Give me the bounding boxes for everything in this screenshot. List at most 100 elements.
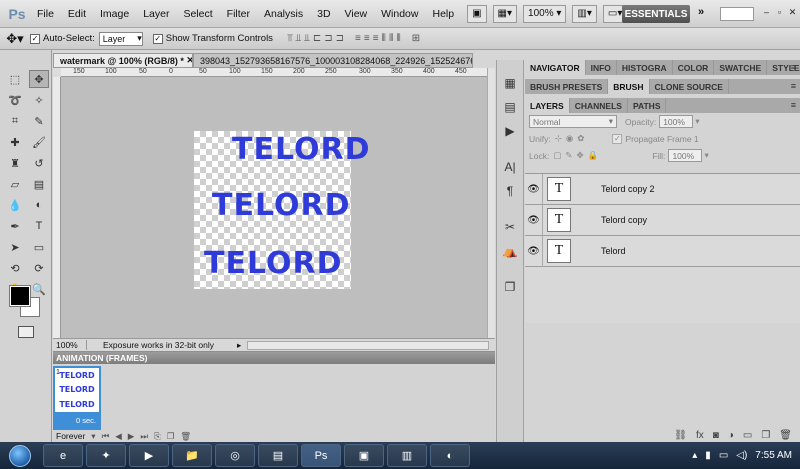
- layer-mask-icon[interactable]: ◙: [713, 430, 719, 441]
- eye-icon[interactable]: 👁: [525, 173, 543, 205]
- distribute-hcenter-icon[interactable]: ⦀: [389, 33, 393, 44]
- layer-comps-icon[interactable]: ❐: [500, 278, 520, 296]
- start-button[interactable]: [0, 442, 40, 469]
- minimize-icon[interactable]: –: [760, 6, 773, 18]
- menu-select[interactable]: Select: [176, 8, 219, 20]
- healing-brush-tool-icon[interactable]: ✚: [5, 133, 25, 151]
- taskbar-app-icon[interactable]: ✦: [86, 444, 126, 467]
- navigator-icon[interactable]: ▦: [500, 74, 520, 92]
- pen-tool-icon[interactable]: ✒: [5, 217, 25, 235]
- tab-color[interactable]: COLOR: [673, 60, 715, 75]
- eyedropper-tool-icon[interactable]: ✎: [29, 112, 49, 130]
- menu-view[interactable]: View: [338, 8, 375, 20]
- fill-input[interactable]: 100%: [668, 149, 703, 162]
- marquee-tool-icon[interactable]: ⬚: [5, 70, 25, 88]
- distribute-bottom-icon[interactable]: ≡: [373, 33, 379, 44]
- menu-filter[interactable]: Filter: [220, 8, 257, 20]
- new-group-icon[interactable]: ▭: [743, 430, 752, 441]
- chevron-down-icon[interactable]: ▾: [704, 150, 708, 161]
- tab-paths[interactable]: PATHS: [628, 98, 667, 113]
- zoom-tool-icon[interactable]: 🔍: [29, 280, 49, 298]
- auto-select-checkbox[interactable]: ✓: [30, 33, 40, 44]
- next-frame-icon[interactable]: ⏭: [140, 431, 148, 442]
- type-tool-icon[interactable]: T: [29, 217, 49, 235]
- taskbar-pdf-icon[interactable]: ▥: [387, 444, 427, 467]
- arrange-documents-button[interactable]: ▥▾: [572, 4, 597, 23]
- tray-network-icon[interactable]: ▮: [705, 450, 711, 461]
- eye-icon[interactable]: 👁: [525, 204, 543, 236]
- loop-select[interactable]: Forever: [56, 431, 85, 441]
- zoom-select[interactable]: 100% ▾: [523, 4, 567, 23]
- character-icon[interactable]: A|: [500, 158, 520, 176]
- tab-info[interactable]: INFO: [586, 60, 617, 75]
- gradient-tool-icon[interactable]: ▤: [29, 175, 49, 193]
- status-zoom[interactable]: 100%: [53, 340, 87, 350]
- new-layer-icon[interactable]: ❐: [761, 430, 770, 441]
- align-bottom-icon[interactable]: ⫫: [304, 33, 310, 44]
- unify-position-icon[interactable]: ⊹: [555, 133, 562, 144]
- unify-visibility-icon[interactable]: ◉: [566, 133, 573, 144]
- history-brush-tool-icon[interactable]: ↺: [29, 154, 49, 172]
- lasso-tool-icon[interactable]: ➰: [5, 91, 25, 109]
- duplicate-frame-icon[interactable]: ❐: [167, 431, 175, 442]
- adjustment-layer-icon[interactable]: ◑: [728, 430, 734, 441]
- taskbar-notes-icon[interactable]: ▤: [258, 444, 298, 467]
- cs-live-search[interactable]: [720, 7, 754, 21]
- tab-histogram[interactable]: HISTOGRA: [617, 60, 673, 75]
- menu-edit[interactable]: Edit: [61, 8, 93, 20]
- blur-tool-icon[interactable]: 💧: [5, 196, 25, 214]
- layer-name[interactable]: Telord: [601, 246, 626, 256]
- document-vertical-scrollbar[interactable]: [487, 68, 495, 338]
- layer-name[interactable]: Telord copy 2: [601, 184, 655, 194]
- first-frame-icon[interactable]: ⏮: [102, 431, 110, 442]
- tray-battery-icon[interactable]: ▭: [719, 450, 728, 461]
- paragraph-icon[interactable]: ¶: [500, 182, 520, 200]
- brush-tool-icon[interactable]: 🖌: [29, 133, 49, 151]
- close-icon[interactable]: ✕: [786, 6, 799, 18]
- align-top-icon[interactable]: ⫪: [287, 33, 293, 44]
- lock-transparent-icon[interactable]: ▢: [553, 150, 561, 161]
- align-left-icon[interactable]: ⊏: [313, 33, 321, 44]
- tray-expand-icon[interactable]: ▴: [692, 450, 697, 461]
- document-image[interactable]: TELORD TELORD TELORD: [194, 131, 370, 289]
- foreground-color-swatch[interactable]: [9, 285, 31, 307]
- auto-align-icon[interactable]: ⊞: [412, 33, 420, 44]
- tab-channels[interactable]: CHANNELS: [570, 98, 628, 113]
- lock-position-icon[interactable]: ✥: [576, 150, 583, 161]
- animation-frame-1[interactable]: TELORD TELORD TELORD 1 0 sec.: [53, 366, 101, 430]
- taskbar-media-icon[interactable]: ▶: [129, 444, 169, 467]
- workspace-essentials-button[interactable]: ESSENTIALS: [622, 5, 690, 23]
- actions-icon[interactable]: ▶: [500, 122, 520, 140]
- clock[interactable]: 7:55 AM: [755, 450, 792, 461]
- delete-layer-icon[interactable]: 🗑: [779, 430, 792, 441]
- taskbar-ie-icon[interactable]: e: [43, 444, 83, 467]
- opacity-input[interactable]: 100%: [659, 115, 694, 128]
- distribute-top-icon[interactable]: ≡: [355, 33, 361, 44]
- align-vcenter-icon[interactable]: ⫫: [296, 33, 302, 44]
- vertical-ruler[interactable]: [53, 77, 61, 338]
- tab-navigator[interactable]: NAVIGATOR: [525, 60, 586, 75]
- eye-icon[interactable]: 👁: [525, 235, 543, 267]
- path-select-tool-icon[interactable]: ➤: [5, 238, 25, 256]
- layer-style-icon[interactable]: fx: [696, 430, 704, 441]
- show-transform-checkbox[interactable]: ✓: [152, 33, 163, 44]
- panel-menu-icon[interactable]: ≡: [791, 81, 796, 91]
- menu-help[interactable]: Help: [425, 8, 461, 20]
- align-right-icon[interactable]: ⊐: [336, 33, 344, 44]
- delete-frame-icon[interactable]: 🗑: [180, 431, 191, 442]
- move-tool-preset-icon[interactable]: ✥▾: [0, 31, 30, 47]
- propagate-frame-checkbox[interactable]: ✓: [612, 133, 623, 144]
- blend-mode-select[interactable]: Normal ▾: [529, 115, 617, 128]
- minibridge-button[interactable]: ▦▾: [492, 4, 518, 23]
- link-layers-icon[interactable]: ⛓: [674, 430, 687, 441]
- clone-stamp-tool-icon[interactable]: ♜: [5, 154, 25, 172]
- horizontal-ruler[interactable]: 150 100 50 0 50 100 150 200 250 300 350 …: [61, 68, 487, 77]
- status-menu-icon[interactable]: ▸: [237, 340, 241, 351]
- tab-brush[interactable]: BRUSH: [608, 79, 650, 94]
- tray-volume-icon[interactable]: ◁): [736, 450, 747, 461]
- lock-all-icon[interactable]: 🔒: [588, 150, 599, 161]
- layer-row[interactable]: 👁 T Telord copy 2: [525, 173, 800, 205]
- ruler-origin[interactable]: [53, 68, 61, 77]
- tools-preset-icon[interactable]: ✂: [500, 218, 520, 236]
- eraser-tool-icon[interactable]: ▱: [5, 175, 25, 193]
